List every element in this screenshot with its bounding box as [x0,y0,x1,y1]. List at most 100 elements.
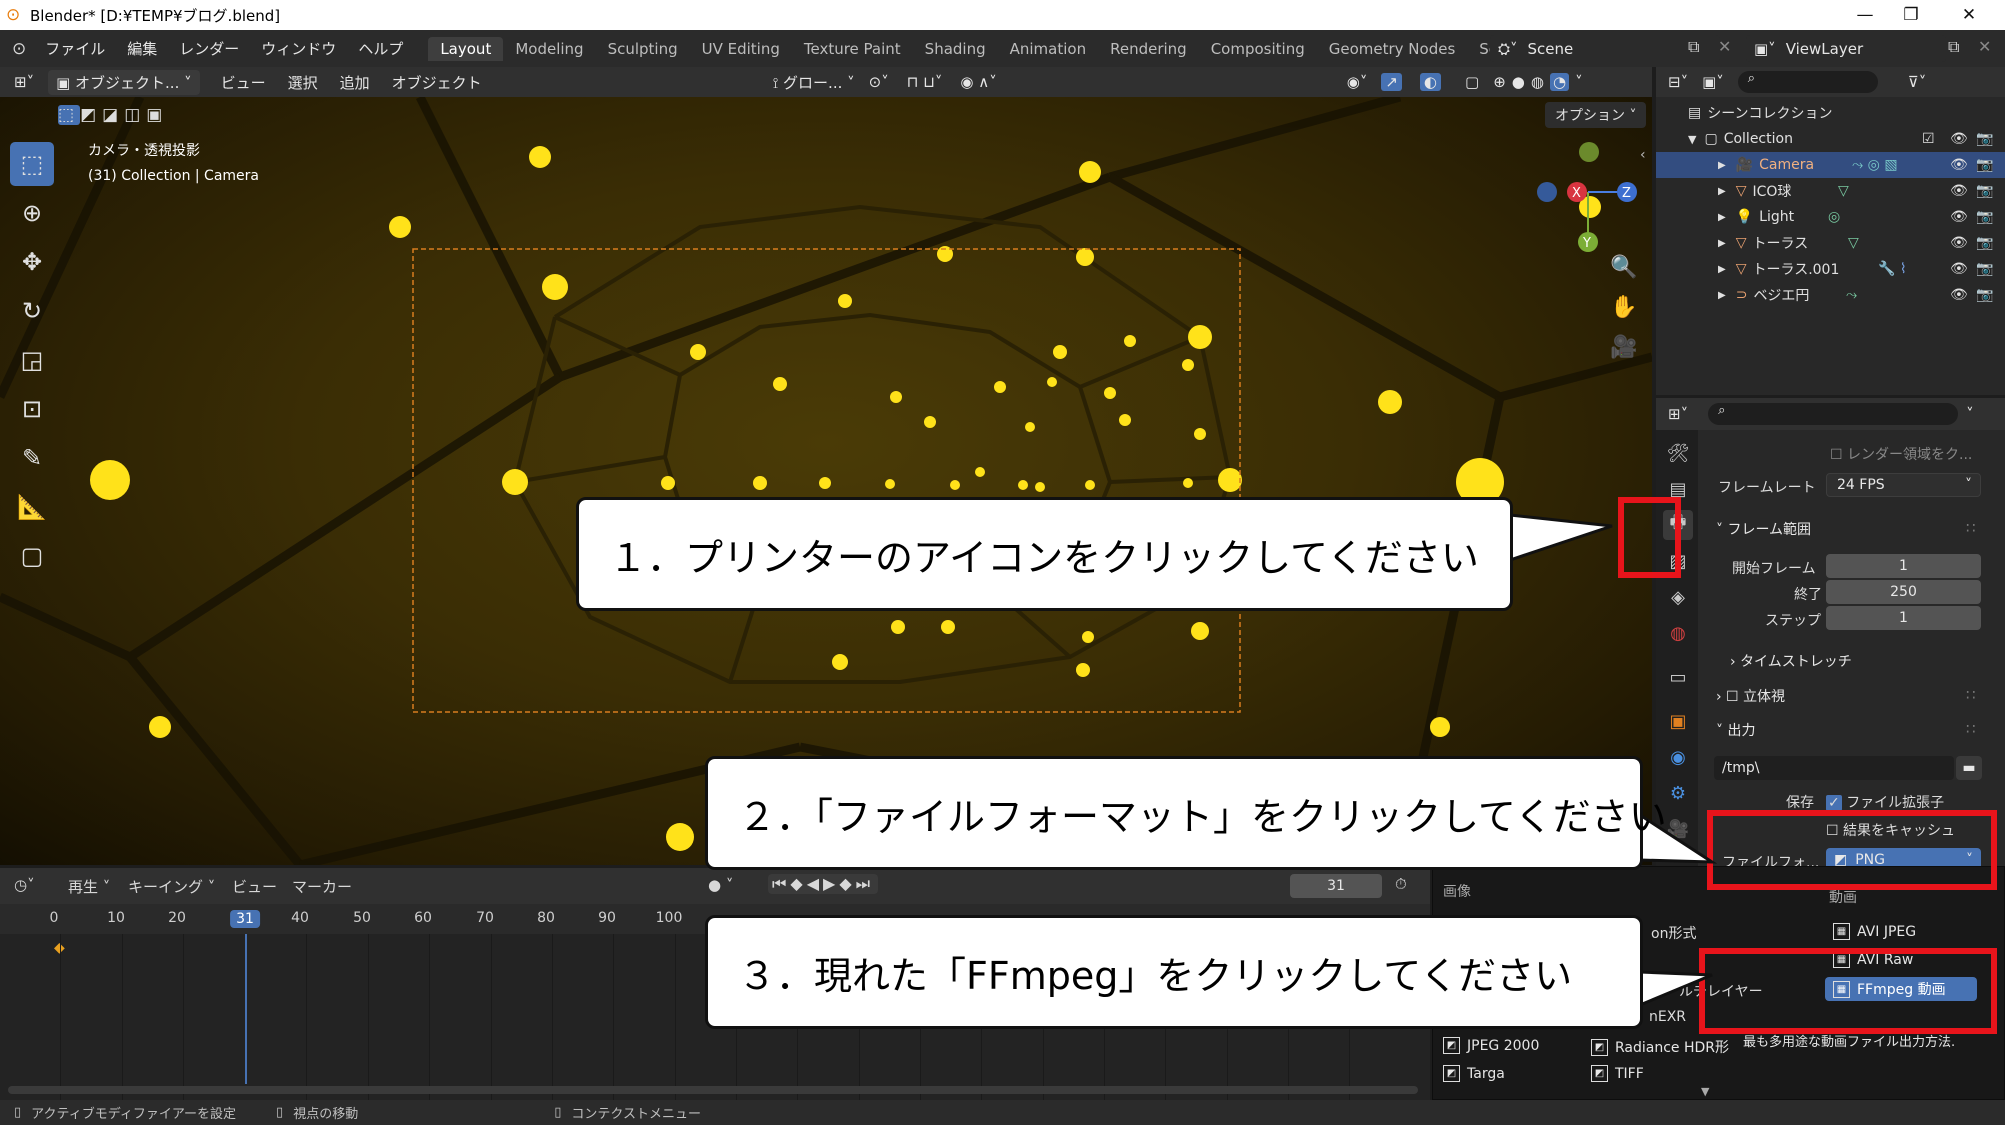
menu-select[interactable]: 選択 [277,72,329,93]
eye-icon[interactable]: 👁 [1950,209,1968,225]
playback-menu[interactable]: 再生 ˅ [68,876,110,897]
expand-arrow-icon[interactable]: ▼ [1688,133,1696,146]
new-viewlayer-icon[interactable]: ⧉ [1948,37,1959,57]
menu-window[interactable]: ウィンドウ [250,38,347,59]
playback-controls[interactable]: ⏮◆◀▶◆⏭ [768,874,879,894]
collapse-arrow-icon[interactable]: ▶ [1718,186,1726,197]
format-option-radiance-hdr[interactable]: ◩ Radiance HDR形 [1591,1037,1729,1057]
shading-options-icon[interactable]: ˅ [1575,73,1583,91]
outliner-editor-icon[interactable]: ⊟˅ [1668,73,1688,91]
scene-collection-row[interactable]: ▤ シーンコレクション [1656,100,2005,126]
timeline-editor-icon[interactable]: ◷˅ [14,876,35,894]
tab-sculpting[interactable]: Sculpting [596,37,690,61]
eye-icon[interactable]: 👁 [1950,235,1968,251]
outliner-row-ico[interactable]: ▶ ▽ ICO球 ▽ 👁 📷 [1656,178,2005,204]
world-tab-icon[interactable]: ◍ [1663,618,1693,648]
tab-animation[interactable]: Animation [998,37,1098,61]
render-camera-icon[interactable]: 📷 [1976,183,1993,199]
scale-icon[interactable]: ◲ [10,338,54,382]
format-option-targa[interactable]: ◩ Targa [1443,1065,1505,1082]
render-camera-icon[interactable]: 📷 [1976,131,1993,147]
properties-search-field[interactable]: ⌕ [1708,403,1959,425]
select-new-icon[interactable]: ⬚ [58,105,81,125]
options-dropdown[interactable]: オプション ˅ [1545,102,1647,128]
eye-icon[interactable]: 👁 [1950,183,1968,199]
camera-view-icon[interactable]: 🎥 [1607,330,1641,364]
collection-row[interactable]: ▼ ▢ Collection ☑ 👁 📷 [1656,126,2005,152]
properties-editor-icon[interactable]: ⊞˅ [1668,405,1688,423]
keying-menu[interactable]: キーイング ˅ [128,876,215,897]
snap-icon[interactable]: ⊓ ⊔˅ [907,73,943,91]
drag-handle-icon[interactable]: ∷ [1966,686,1976,704]
xray-icon[interactable]: ▢ [1465,73,1479,91]
editor-type-icon[interactable]: ⊞˅ [14,73,34,91]
zoom-icon[interactable]: 🔍 [1607,250,1641,284]
overlay-icon[interactable]: ◐ [1419,73,1442,91]
mode-selector[interactable]: ▣ オブジェクト... ˅ [48,69,200,95]
end-frame-field[interactable]: 250 [1826,580,1981,604]
render-camera-icon[interactable]: 📷 [1976,157,1993,173]
marker-menu[interactable]: マーカー [292,876,352,897]
pan-hand-icon[interactable]: ✋ [1607,290,1641,324]
menu-add[interactable]: 追加 [329,72,381,93]
shading-solid-icon[interactable]: ● [1512,73,1525,91]
select-intersect-icon[interactable]: ▣ [146,105,168,125]
outliner-search-field[interactable]: ⌕ [1737,71,1878,93]
tab-layout[interactable]: Layout [428,36,504,61]
render-camera-icon[interactable]: 📷 [1976,209,1993,225]
collapse-arrow-icon[interactable]: ▶ [1718,264,1726,275]
time-stretch-header[interactable]: › タイムストレッチ [1730,651,1852,671]
close-button[interactable]: ✕ [1946,0,1992,30]
eye-icon[interactable]: 👁 [1950,287,1968,303]
outliner-row-torus001[interactable]: ▶ ▽ トーラス.001 🔧 ⌇ 👁 📷 [1656,256,2005,282]
object-tab-icon[interactable]: ▣ [1663,706,1693,736]
navigation-gizmo[interactable]: X Z Y [1530,142,1650,262]
stereo-header[interactable]: › ☐ 立体視 [1716,686,1785,706]
select-box-icon[interactable]: ⬚ [10,142,54,186]
framerate-dropdown[interactable]: 24 FPS ˅ [1826,473,1981,497]
scene-tab-icon[interactable]: ◈ [1663,582,1693,612]
rotate-icon[interactable]: ↻ [10,289,54,333]
file-extension-checkbox[interactable]: ✓ ファイル拡張子 [1826,792,1944,812]
pivot-icon[interactable]: ⊙˅ [869,73,889,91]
record-icon[interactable]: ● ˅ [708,876,733,894]
collapse-arrow-icon[interactable]: ▶ [1718,238,1726,249]
timeline-scrollbar[interactable] [8,1086,1418,1094]
outliner-row-light[interactable]: ▶ 💡 Light ◎ 👁 📷 [1656,204,2005,230]
start-frame-field[interactable]: 1 [1826,554,1981,578]
delete-scene-icon[interactable]: ✕ [1718,37,1731,56]
output-header[interactable]: ˅ 出力 [1716,720,1755,740]
tab-shading[interactable]: Shading [913,37,998,61]
format-option-jpeg2000[interactable]: ◩ JPEG 2000 [1443,1037,1539,1054]
tab-uv-editing[interactable]: UV Editing [690,37,792,61]
tool-tab-icon[interactable]: 🛠 [1663,438,1693,468]
render-camera-icon[interactable]: 📷 [1976,261,1993,277]
playhead-line[interactable] [245,934,247,1084]
collection-tab-icon[interactable]: ▭ [1663,662,1693,692]
scroll-down-icon[interactable]: ▼ [1701,1085,1709,1098]
frame-range-header[interactable]: ˅ フレーム範囲 [1716,519,1811,539]
render-camera-icon[interactable]: 📷 [1976,235,1993,251]
outliner-row-torus[interactable]: ▶ ▽ トーラス ▽ 👁 📷 [1656,230,2005,256]
cursor-icon[interactable]: ⊕ [10,191,54,235]
visibility-icon[interactable]: ◉˅ [1347,73,1368,91]
filter-icon[interactable]: ⊽˅ [1908,73,1926,91]
transform-icon[interactable]: ⊡ [10,387,54,431]
menu-view[interactable]: ビュー [210,72,277,93]
selection-modes[interactable]: ⬚◩◪◫▣ [58,105,183,125]
outliner-row-bezier[interactable]: ▶ ⊃ ベジエ円 ⤳ 👁 📷 [1656,282,2005,308]
scene-selector[interactable]: ⛭˅ Scene [1490,35,1720,62]
drag-handle-icon[interactable]: ∷ [1966,519,1976,537]
menu-object[interactable]: オブジェクト [381,72,493,93]
transform-orientation[interactable]: ⟟ グロー... ˅ [773,72,855,93]
gizmo-toggle-icon[interactable]: ↗ [1381,73,1402,91]
tab-rendering[interactable]: Rendering [1098,37,1199,61]
tab-modeling[interactable]: Modeling [503,37,595,61]
outliner-row-camera[interactable]: ▶ 🎥 Camera ⤳ ◎ ▧ 👁 📷 [1656,152,2005,178]
tab-compositing[interactable]: Compositing [1199,37,1317,61]
output-path-field[interactable]: /tmp\ [1714,756,1954,780]
minimize-button[interactable]: — [1842,0,1888,30]
maximize-button[interactable]: ❐ [1888,0,1934,30]
collapse-arrow-icon[interactable]: ▶ [1718,290,1726,301]
collection-checkbox[interactable]: ☑ [1922,131,1935,147]
